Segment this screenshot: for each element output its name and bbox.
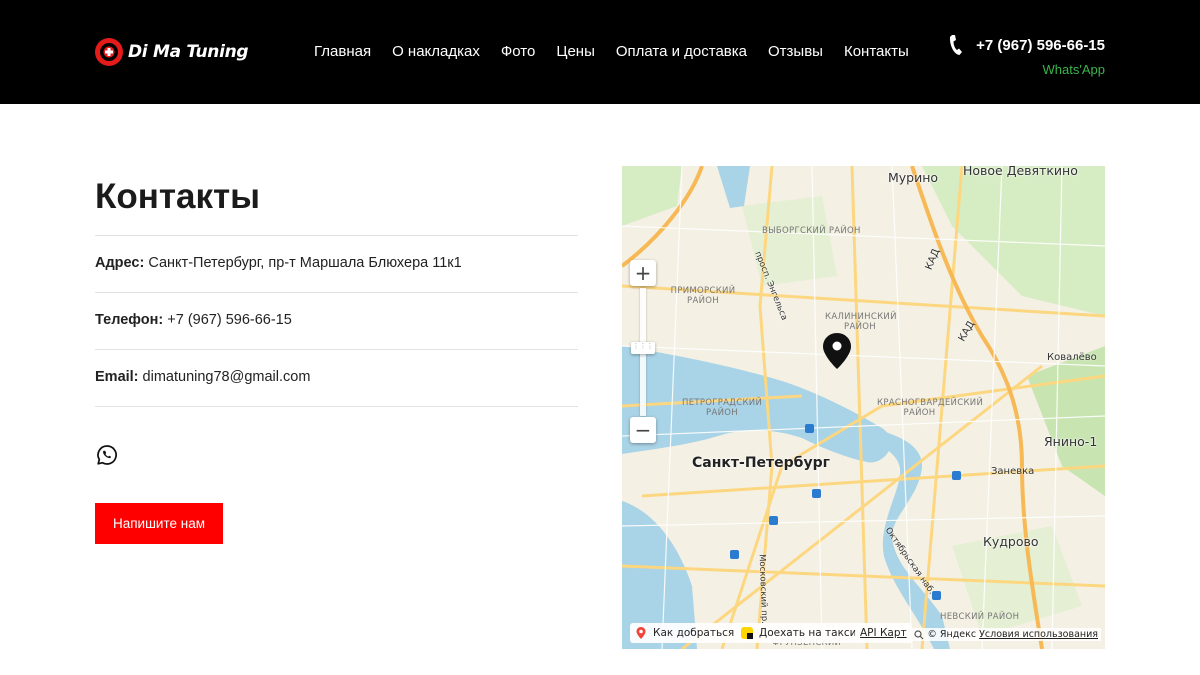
divider	[95, 406, 578, 407]
map-copyright: © Яндекс Условия использования	[911, 628, 1101, 641]
nav-link-prices[interactable]: Цены	[556, 43, 595, 60]
write-us-button[interactable]: Напишите нам	[95, 503, 223, 544]
map-label-primorsky: ПРИМОРСКИЙ РАЙОН	[670, 286, 736, 306]
map-label-kovalevo: Ковалёво	[1047, 352, 1097, 363]
whatsapp-icon[interactable]	[96, 444, 118, 466]
zoom-in-button[interactable]: +	[630, 260, 656, 286]
map-label-nevsky: НЕВСКИЙ РАЙОН	[940, 612, 1020, 622]
phone-row: Телефон: +7 (967) 596-66-15	[95, 312, 292, 328]
map-label-murino: Мурино	[888, 170, 939, 185]
map-label-zanevka: Заневка	[991, 466, 1035, 477]
terms-link[interactable]: Условия использования	[979, 629, 1098, 640]
nav-link-home[interactable]: Главная	[314, 43, 371, 60]
header-phone-number: +7 (967) 596-66-15	[976, 36, 1105, 54]
map-label-kalininsky: КАЛИНИНСКИЙ РАЙОН	[825, 312, 897, 332]
map-footer: Как добраться Доехать на такси API Карт …	[622, 623, 1105, 649]
page-title: Контакты	[95, 177, 261, 216]
address-value: Санкт-Петербург, пр-т Маршала Блюхера 11…	[148, 255, 462, 271]
map-label-novoe-devyatkino: Новое Девяткино	[963, 166, 1078, 178]
map-label-yanino: Янино-1	[1044, 434, 1098, 449]
email-value[interactable]: dimatuning78@gmail.com	[143, 369, 311, 385]
taxi-button-label: Доехать на такси	[759, 627, 857, 639]
divider	[95, 235, 578, 236]
brand-name: Di Ma Tuning	[128, 42, 249, 62]
nav-link-contacts[interactable]: Контакты	[844, 43, 909, 60]
location-pin-icon[interactable]	[822, 332, 852, 370]
divider	[95, 349, 578, 350]
api-link[interactable]: API Карт	[855, 623, 912, 643]
header-phone[interactable]: +7 (967) 596-66-15	[948, 34, 1105, 56]
header-contacts: +7 (967) 596-66-15 Whats'App	[948, 34, 1105, 77]
email-label: Email:	[95, 369, 139, 385]
taxi-icon	[741, 627, 753, 639]
main-nav: Главная О накладках Фото Цены Оплата и д…	[314, 43, 930, 60]
map-label-city: Санкт-Петербург	[692, 455, 830, 471]
map-label-petrogradsky: ПЕТРОГРАДСКИЙ РАЙОН	[682, 398, 763, 418]
map-label-vyborgsky: ВЫБОРГСКИЙ РАЙОН	[762, 226, 861, 236]
route-button[interactable]: Как добраться	[630, 623, 741, 643]
copyright-text: © Яндекс	[927, 629, 977, 640]
logo-wheel-icon	[95, 38, 123, 66]
nav-link-payment[interactable]: Оплата и доставка	[616, 43, 747, 60]
phone-label: Телефон:	[95, 312, 164, 328]
address-label: Адрес:	[95, 255, 145, 271]
map-label-krasnogvardeysky: КРАСНОГВАРДЕЙСКИЙ РАЙОН	[877, 398, 984, 418]
whatsapp-link[interactable]: Whats'App	[948, 62, 1105, 77]
route-button-label: Как добраться	[653, 627, 735, 639]
search-icon	[914, 629, 924, 639]
yandex-map[interactable]: Мурино Новое Девяткино ВЫБОРГСКИЙ РАЙОН …	[622, 166, 1105, 649]
brand-logo[interactable]: Di Ma Tuning	[94, 37, 249, 67]
email-row: Email: dimatuning78@gmail.com	[95, 369, 310, 385]
map-marker-icon	[636, 627, 646, 639]
zoom-out-button[interactable]: −	[630, 417, 656, 443]
map-label-kudrovo: Кудрово	[983, 534, 1039, 549]
address-row: Адрес: Санкт-Петербург, пр-т Маршала Блю…	[95, 255, 462, 271]
taxi-button[interactable]: Доехать на такси	[736, 623, 863, 643]
nav-link-reviews[interactable]: Отзывы	[768, 43, 823, 60]
site-header: Di Ma Tuning Главная О накладках Фото Це…	[0, 0, 1200, 104]
nav-link-photo[interactable]: Фото	[501, 43, 535, 60]
phone-icon	[950, 35, 963, 55]
divider	[95, 292, 578, 293]
phone-value[interactable]: +7 (967) 596-66-15	[167, 312, 292, 328]
zoom-slider-handle[interactable]: ⋮⋮⋮	[631, 342, 655, 354]
nav-link-about[interactable]: О накладках	[392, 43, 480, 60]
